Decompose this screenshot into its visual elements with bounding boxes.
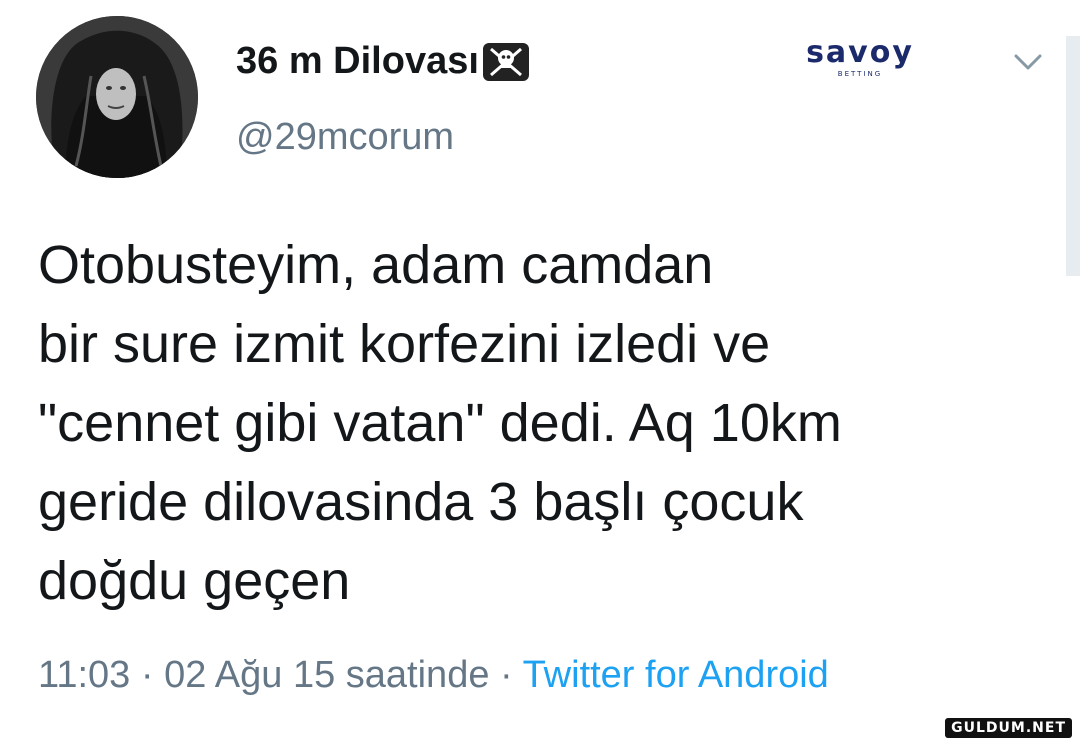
- display-name-text: 36 m Dilovası: [236, 40, 479, 82]
- tweet-line: geride dilovasinda 3 başlı çocuk: [38, 472, 804, 532]
- tweet-line: Otobusteyim, adam camdan: [38, 235, 714, 295]
- display-name[interactable]: 36 m Dilovası: [236, 40, 529, 83]
- tweet-line: "cennet gibi vatan" dedi. Aq 10km: [38, 393, 842, 453]
- brand-name: savoy: [806, 35, 914, 70]
- tweet-text: Otobusteyim, adam camdan bir sure izmit …: [38, 226, 1028, 621]
- tweet-line: bir sure izmit korfezini izledi ve: [38, 314, 771, 374]
- scrollbar[interactable]: [1066, 36, 1080, 276]
- watermark: GULDUM.NET: [945, 718, 1072, 738]
- tweet-line: doğdu geçen: [38, 551, 351, 611]
- chevron-down-icon[interactable]: [1010, 48, 1046, 76]
- meta-separator: ·: [130, 654, 165, 696]
- tweet-card: 36 m Dilovası @29mcorum savoy BETTING Ot…: [0, 0, 1080, 742]
- tweet-time[interactable]: 11:03: [38, 654, 130, 696]
- tweet-meta: 11:03 · 02 Ağu 15 saatinde · Twitter for…: [38, 654, 829, 697]
- skull-crossbones-icon: [482, 42, 529, 81]
- user-handle[interactable]: @29mcorum: [236, 116, 454, 159]
- tweet-source-link[interactable]: Twitter for Android: [523, 654, 829, 696]
- brand-logo: savoy BETTING: [800, 38, 920, 84]
- avatar[interactable]: [36, 16, 198, 178]
- brand-sub: BETTING: [837, 70, 883, 78]
- tweet-date[interactable]: 02 Ağu 15 saatinde: [164, 654, 489, 696]
- meta-separator: ·: [489, 654, 523, 696]
